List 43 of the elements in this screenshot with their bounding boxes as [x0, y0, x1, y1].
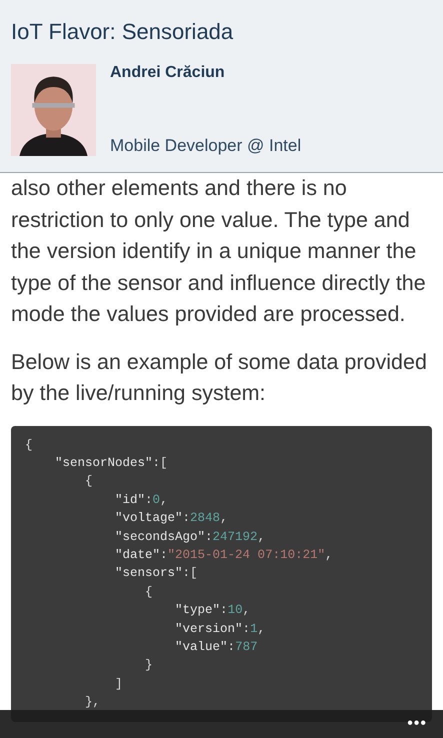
code-number: 787: [235, 640, 258, 654]
code-punctuation: ,: [242, 603, 250, 618]
author-role: Mobile Developer @ Intel: [110, 136, 302, 156]
code-punctuation: ,: [325, 548, 333, 562]
code-number: 1: [250, 622, 258, 636]
code-key: "sensorNodes": [25, 456, 153, 470]
code-number: 2848: [190, 511, 220, 526]
code-punctuation: {: [25, 438, 33, 452]
code-punctuation: ,: [258, 622, 266, 636]
code-punctuation: ]: [114, 676, 123, 691]
code-punctuation: :: [242, 622, 250, 636]
code-key: "value": [25, 640, 228, 654]
article-title: IoT Flavor: Sensoriada: [11, 18, 234, 46]
code-key: "sensors": [25, 566, 183, 580]
code-key: "date": [25, 548, 160, 562]
code-key: "secondsAgo": [25, 530, 206, 544]
code-punctuation: :: [145, 492, 153, 507]
code-number: 0: [152, 492, 160, 507]
code-punctuation: :: [220, 603, 228, 618]
code-key: "id": [25, 492, 146, 507]
code-punctuation: {: [84, 474, 93, 488]
code-key: "version": [25, 622, 243, 636]
code-punctuation: :[: [182, 566, 198, 580]
code-punctuation: {: [144, 584, 153, 599]
code-punctuation: ,: [220, 511, 228, 526]
code-key: "type": [25, 603, 220, 618]
paragraph: also other elements and there is no restriction to only one value. The type and the version identify in a unique manner the type of the sensor and influence directly the mode the values provided are processed.: [11, 175, 427, 328]
paragraph: Below is an example of some data provided by the live/running system:: [11, 348, 428, 407]
code-key: "voltage": [25, 511, 183, 526]
code-punctuation: ,: [160, 492, 168, 507]
code-punctuation: }: [144, 658, 153, 672]
code-punctuation: ,: [258, 530, 266, 544]
code-string: "2015-01-24 07:10:21": [168, 548, 326, 562]
code-punctuation: :: [205, 530, 213, 544]
code-number: 247192: [212, 530, 258, 544]
code-punctuation: },: [84, 695, 100, 710]
code-punctuation: :[: [152, 456, 168, 470]
code-punctuation: :: [160, 548, 168, 562]
more-button[interactable]: •••: [403, 715, 431, 733]
code-number: 10: [228, 603, 243, 618]
code-punctuation: :: [228, 640, 236, 654]
code-punctuation: :: [182, 511, 190, 526]
author-name[interactable]: Andrei Crăciun: [110, 64, 302, 82]
